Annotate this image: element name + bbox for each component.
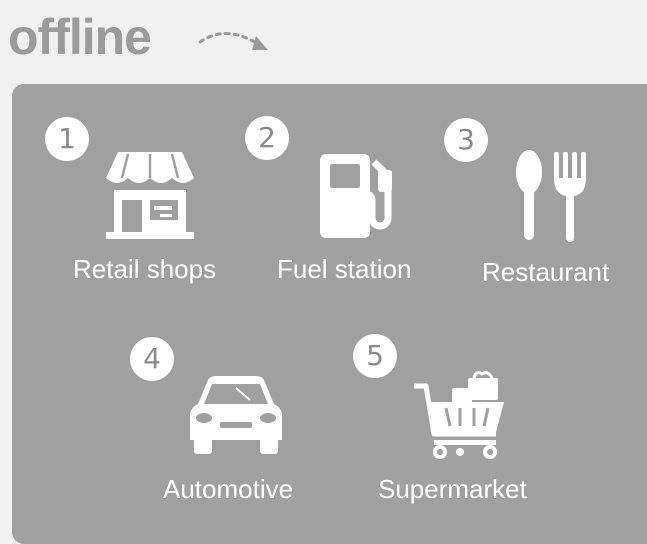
badge-3: 3	[444, 118, 488, 162]
spoon-fork-icon	[516, 150, 586, 242]
category-label: Automotive	[163, 474, 294, 504]
badge-5: 5	[353, 334, 397, 378]
fuel-pump-icon	[320, 154, 392, 238]
badge-1: 1	[45, 117, 89, 161]
badge-2: 2	[245, 116, 289, 160]
shopping-cart-icon	[414, 371, 504, 459]
car-icon	[190, 376, 282, 454]
badge-4: 4	[130, 337, 174, 381]
page-title: offline	[8, 9, 152, 65]
dashed-arrow-icon	[198, 32, 268, 50]
store-icon	[106, 152, 194, 239]
category-label: Fuel station	[277, 254, 412, 284]
category-label: Supermarket	[378, 474, 527, 504]
category-label: Retail shops	[73, 254, 217, 284]
category-label: Restaurant	[482, 257, 610, 287]
